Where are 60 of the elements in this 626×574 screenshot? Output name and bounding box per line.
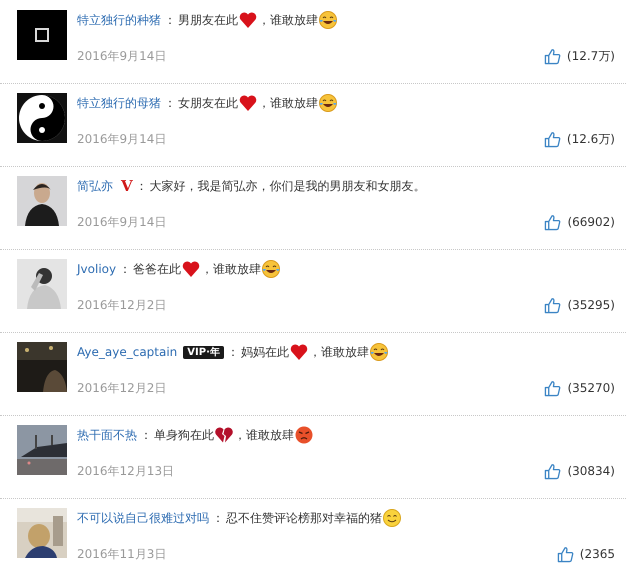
comment-date: 2016年12月2日 — [77, 296, 166, 314]
vip-badge: VIP·年 — [183, 346, 224, 358]
colon-text: ： — [136, 178, 148, 194]
laughing-face-icon — [318, 93, 338, 113]
comment-text: ，谁敢放肆 — [308, 344, 369, 360]
comment-date: 2016年9月14日 — [77, 130, 166, 148]
colon-text: ： — [119, 260, 132, 278]
thumbs-up-icon[interactable] — [544, 462, 562, 480]
broken-heart-icon — [214, 425, 234, 445]
laughing-face-icon — [261, 259, 282, 279]
thumbs-up-icon[interactable] — [556, 546, 574, 562]
thumbs-up-icon[interactable] — [544, 296, 562, 314]
comment-date: 2016年9月14日 — [77, 214, 166, 230]
username-link[interactable]: 特立独行的种猪 — [77, 12, 161, 28]
thumbs-up-icon[interactable] — [544, 380, 562, 396]
comment-text: 男朋友在此 — [178, 12, 238, 28]
like-count: (30834) — [567, 464, 615, 478]
laughing-face-icon — [318, 10, 338, 30]
comment-text: 大家好，我是简弘亦，你们是我的男朋友和女朋友。 — [150, 178, 426, 194]
colon-text: ： — [140, 426, 152, 444]
thumbs-up-icon[interactable] — [544, 214, 562, 230]
comment-date: 2016年9月14日 — [77, 48, 166, 64]
heart-icon — [238, 93, 258, 113]
comment-text: 忍不住赞评论榜那对幸福的猪 — [226, 510, 382, 526]
angry-face-icon — [294, 425, 314, 445]
username-link[interactable]: 热干面不热 — [77, 426, 137, 444]
like-count: (12.7万) — [566, 48, 615, 64]
smiling-face-icon — [382, 508, 402, 528]
colon-text: ： — [164, 94, 176, 112]
like-count: (35270) — [567, 381, 615, 395]
like-count: (12.6万) — [566, 130, 615, 148]
comment-text: 单身狗在此 — [154, 426, 214, 444]
comment-text: 女朋友在此 — [178, 94, 238, 112]
comment-text: 妈妈在此 — [240, 344, 289, 360]
comment-text: ，谁敢放肆 — [201, 260, 262, 278]
comment-text: ，谁敢放肆 — [258, 12, 318, 28]
verified-mark: V — [121, 177, 133, 195]
username-link[interactable]: 特立独行的母猪 — [77, 94, 161, 112]
comment-text: ，谁敢放肆 — [258, 94, 318, 112]
colon-text: ： — [226, 344, 239, 360]
heart-icon — [288, 342, 309, 362]
like-count: (2365 — [580, 547, 615, 561]
thumbs-up-icon[interactable] — [544, 48, 561, 64]
colon-text: ： — [164, 12, 176, 28]
colon-text: ： — [212, 510, 224, 526]
username-link[interactable]: 简弘亦 — [77, 178, 113, 194]
username-link[interactable]: 不可以说自己很难过对吗 — [77, 510, 209, 526]
comment-text: ，谁敢放肆 — [234, 426, 294, 444]
heart-icon — [238, 10, 258, 30]
comment-date: 2016年12月13日 — [77, 462, 174, 480]
comment-date: 2016年11月3日 — [77, 546, 166, 562]
like-count: (35295) — [567, 298, 615, 312]
like-count: (66902) — [567, 215, 615, 229]
thumbs-up-icon[interactable] — [544, 130, 561, 148]
laughing-face-icon — [368, 342, 389, 362]
username-link[interactable]: Jvolioy — [77, 262, 116, 276]
username-link[interactable]: Aye_aye_captain — [77, 345, 178, 359]
comment-text: 爸爸在此 — [133, 260, 182, 278]
heart-icon — [181, 259, 202, 279]
comment-date: 2016年12月2日 — [77, 380, 166, 396]
